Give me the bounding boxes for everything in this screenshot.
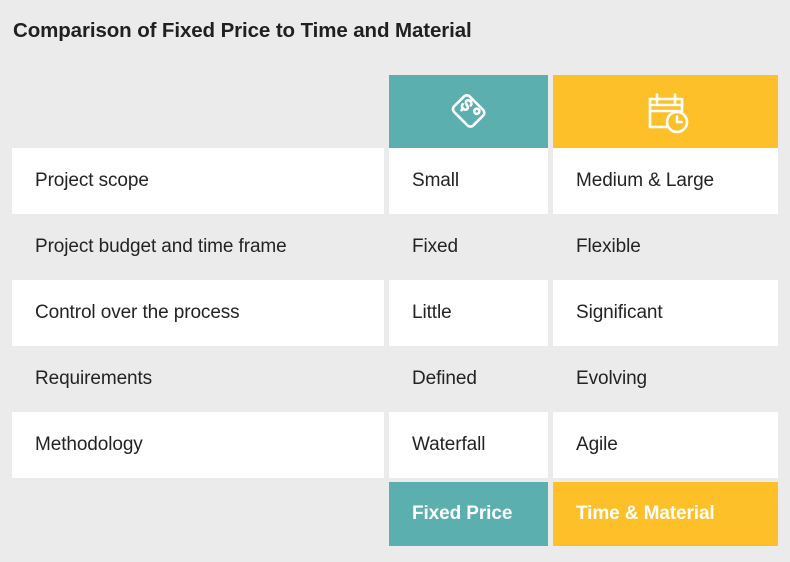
comparison-table-page: Comparison of Fixed Price to Time and Ma… (0, 0, 790, 562)
cell-criterion: Methodology (12, 412, 384, 478)
cell-criterion: Project budget and time frame (35, 236, 287, 257)
table-footer-row: Fixed Price Time & Material (12, 482, 778, 546)
table-header-row (12, 75, 778, 148)
table-row: Control over the process Little Signific… (12, 280, 778, 346)
cell-time-material: Agile (553, 412, 778, 478)
cell-criterion: Requirements (35, 368, 153, 389)
header-cell-time-material (553, 75, 778, 148)
comparison-table: Project scope Small Medium & Large Proje… (12, 75, 778, 546)
calendar-clock-icon (638, 84, 694, 140)
cell-criterion: Control over the process (12, 280, 384, 346)
header-spacer-cell (12, 75, 384, 148)
cell-time-material: Flexible (576, 236, 641, 257)
price-tag-dollar-icon (441, 84, 497, 140)
cell-fixed-price: Fixed (412, 236, 458, 257)
cell-time-material: Evolving (576, 368, 648, 389)
footer-label-fixed-price: Fixed Price (389, 482, 548, 546)
cell-criterion: Project scope (12, 148, 384, 214)
table-row: Methodology Waterfall Agile (12, 412, 778, 478)
footer-spacer-cell (12, 482, 384, 546)
cell-time-material: Medium & Large (553, 148, 778, 214)
cell-fixed-price: Defined (412, 368, 477, 389)
table-row: Project scope Small Medium & Large (12, 148, 778, 214)
table-row: Project budget and time frame Fixed Flex… (12, 214, 778, 280)
footer-label-time-material: Time & Material (553, 482, 778, 546)
cell-fixed-price: Small (389, 148, 548, 214)
table-row: Requirements Defined Evolving (12, 346, 778, 412)
cell-time-material: Significant (553, 280, 778, 346)
cell-fixed-price: Waterfall (389, 412, 548, 478)
header-cell-fixed-price (389, 75, 548, 148)
page-title: Comparison of Fixed Price to Time and Ma… (13, 19, 472, 42)
cell-fixed-price: Little (389, 280, 548, 346)
